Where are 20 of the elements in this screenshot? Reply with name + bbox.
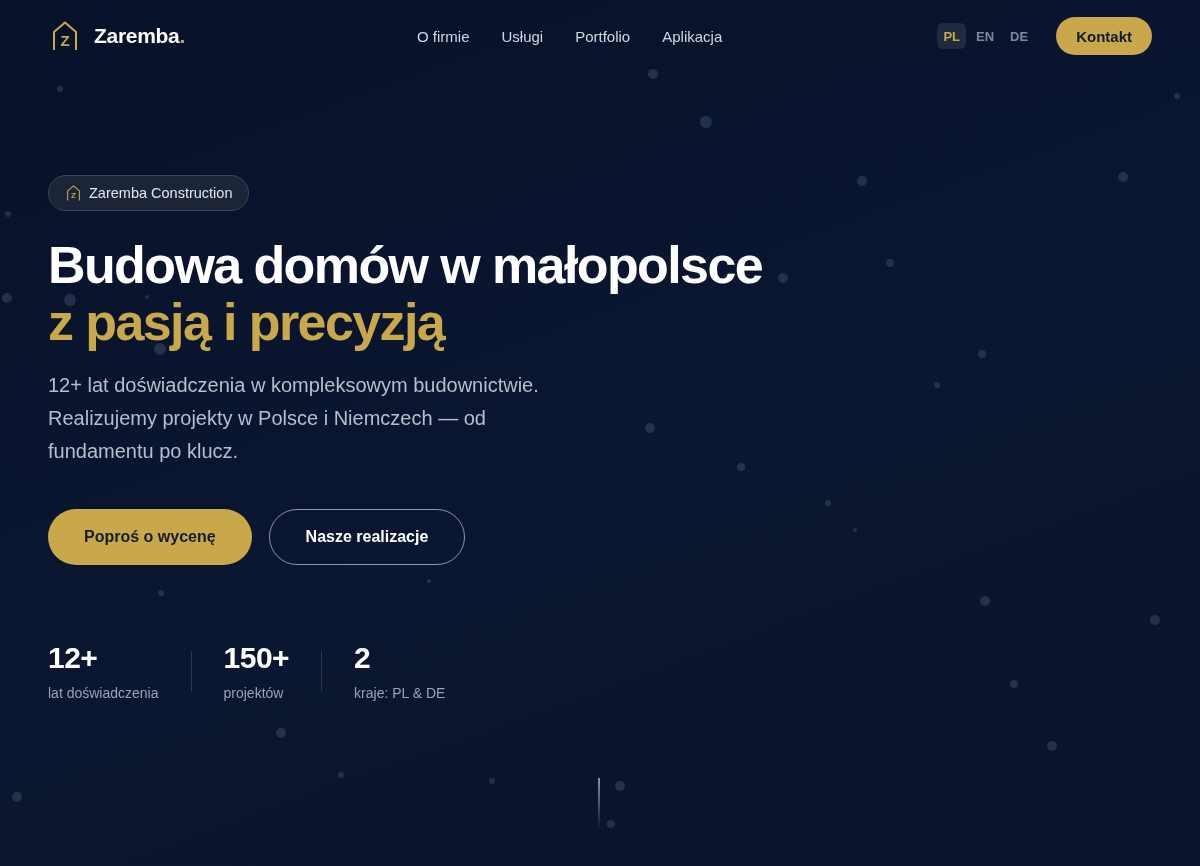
quote-button[interactable]: Poproś o wycenę	[48, 509, 252, 565]
contact-button[interactable]: Kontakt	[1056, 17, 1152, 55]
scroll-indicator	[598, 778, 600, 830]
stat-value: 2	[354, 640, 372, 676]
language-option[interactable]: DE	[1004, 23, 1035, 49]
stat-label: projektów	[223, 684, 285, 702]
stat-value: 150+	[223, 640, 290, 676]
nav-link[interactable]: Usługi	[501, 27, 544, 45]
language-option[interactable]: PL	[937, 23, 967, 49]
hero-heading: Budowa domów w małopolsce z pasją i precyzją	[48, 237, 763, 351]
hero-description: 12+ lat doświadczenia w kompleksowym budownictwie. Realizujemy projekty w Polsce i Niemczech — od fundamentu po klucz.	[48, 373, 540, 464]
badge-text: Zaremba Construction	[89, 185, 233, 201]
brand-name: Zaremba.	[94, 24, 185, 48]
stat-label: kraje: PL & DE	[354, 684, 446, 702]
nav-link[interactable]: O firmie	[417, 27, 470, 45]
nav-link[interactable]: Aplikacja	[662, 27, 723, 45]
stat-label: lat doświadczenia	[48, 684, 159, 702]
stat-value: 12+	[48, 640, 99, 676]
language-option[interactable]: EN	[970, 23, 1001, 49]
nav-link[interactable]: Portfolio	[575, 27, 631, 45]
